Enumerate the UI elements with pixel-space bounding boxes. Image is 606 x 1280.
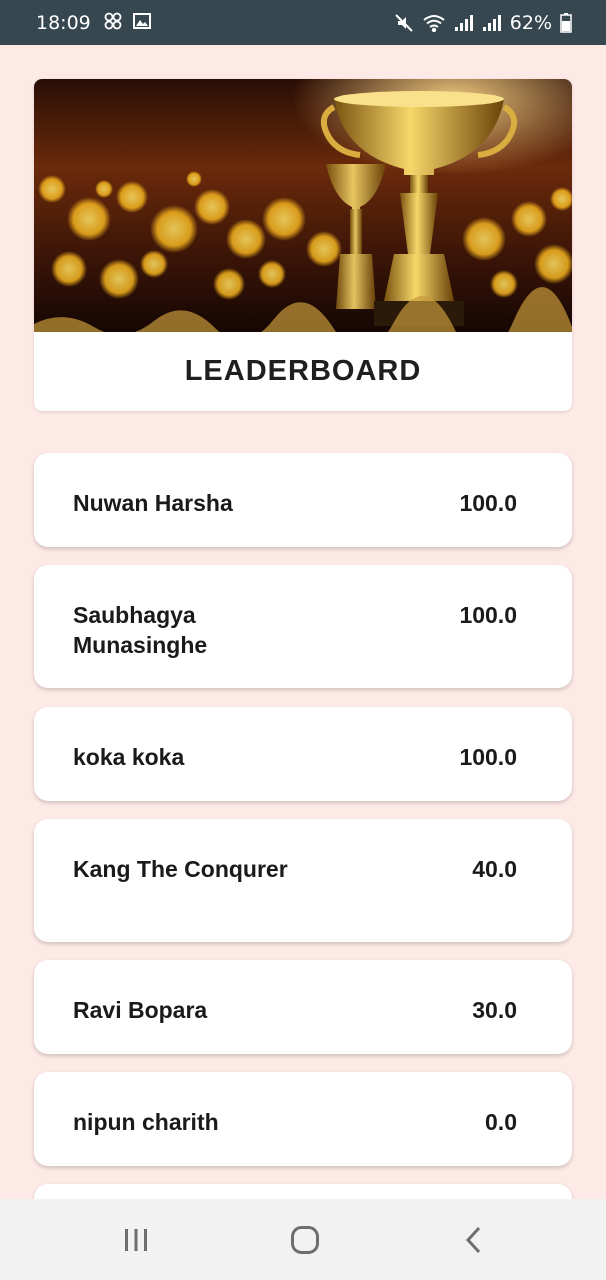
status-system-icons: 62% <box>394 12 572 34</box>
leaderboard-row[interactable]: Kang The Conqurer 40.0 <box>34 819 572 942</box>
gallery-icon <box>132 12 151 34</box>
player-name: Nuwan Harsha <box>73 490 233 516</box>
player-score: 40.0 <box>472 856 517 882</box>
back-button[interactable] <box>434 1199 514 1280</box>
battery-icon <box>560 12 572 33</box>
leaderboard-row[interactable]: Ravi Bopara 30.0 <box>34 960 572 1054</box>
home-button[interactable] <box>265 1199 345 1280</box>
leaderboard-row[interactable]: Nuwan Harsha 100.0 <box>34 453 572 547</box>
player-score: 30.0 <box>472 997 517 1023</box>
player-score: 0.0 <box>485 1109 517 1135</box>
home-icon <box>291 1225 319 1254</box>
status-bar: 18:09 62% <box>0 0 606 45</box>
trophy-banner-image <box>34 79 572 332</box>
recent-apps-button[interactable] <box>96 1199 176 1280</box>
player-name: Saubhagya Munasinghe <box>73 602 208 658</box>
back-icon <box>465 1226 481 1253</box>
recent-apps-icon <box>125 1228 147 1251</box>
leaderboard-row[interactable]: nipun charith 0.0 <box>34 1072 572 1166</box>
status-time: 18:09 <box>36 11 91 34</box>
signal-icon <box>454 14 474 32</box>
player-score: 100.0 <box>459 602 517 628</box>
signal-icon <box>482 14 502 32</box>
clover-icon <box>103 11 123 35</box>
player-name: Kang The Conqurer <box>73 856 288 882</box>
mute-icon <box>394 13 414 33</box>
battery-text: 62% <box>509 11 552 34</box>
player-name: Ravi Bopara <box>73 997 208 1023</box>
leaderboard-row[interactable]: Saubhagya Munasinghe 100.0 <box>34 565 572 688</box>
player-score: 100.0 <box>459 744 517 770</box>
page-title: LEADERBOARD <box>184 355 422 387</box>
player-name: nipun charith <box>73 1109 219 1135</box>
wifi-icon <box>422 14 446 32</box>
leaderboard-header-card: LEADERBOARD <box>34 79 572 411</box>
leaderboard-row[interactable]: koka koka 100.0 <box>34 707 572 801</box>
navigation-bar <box>0 1199 606 1280</box>
player-name: koka koka <box>73 744 185 770</box>
player-score: 100.0 <box>459 490 517 516</box>
status-notification-icons <box>103 11 151 35</box>
